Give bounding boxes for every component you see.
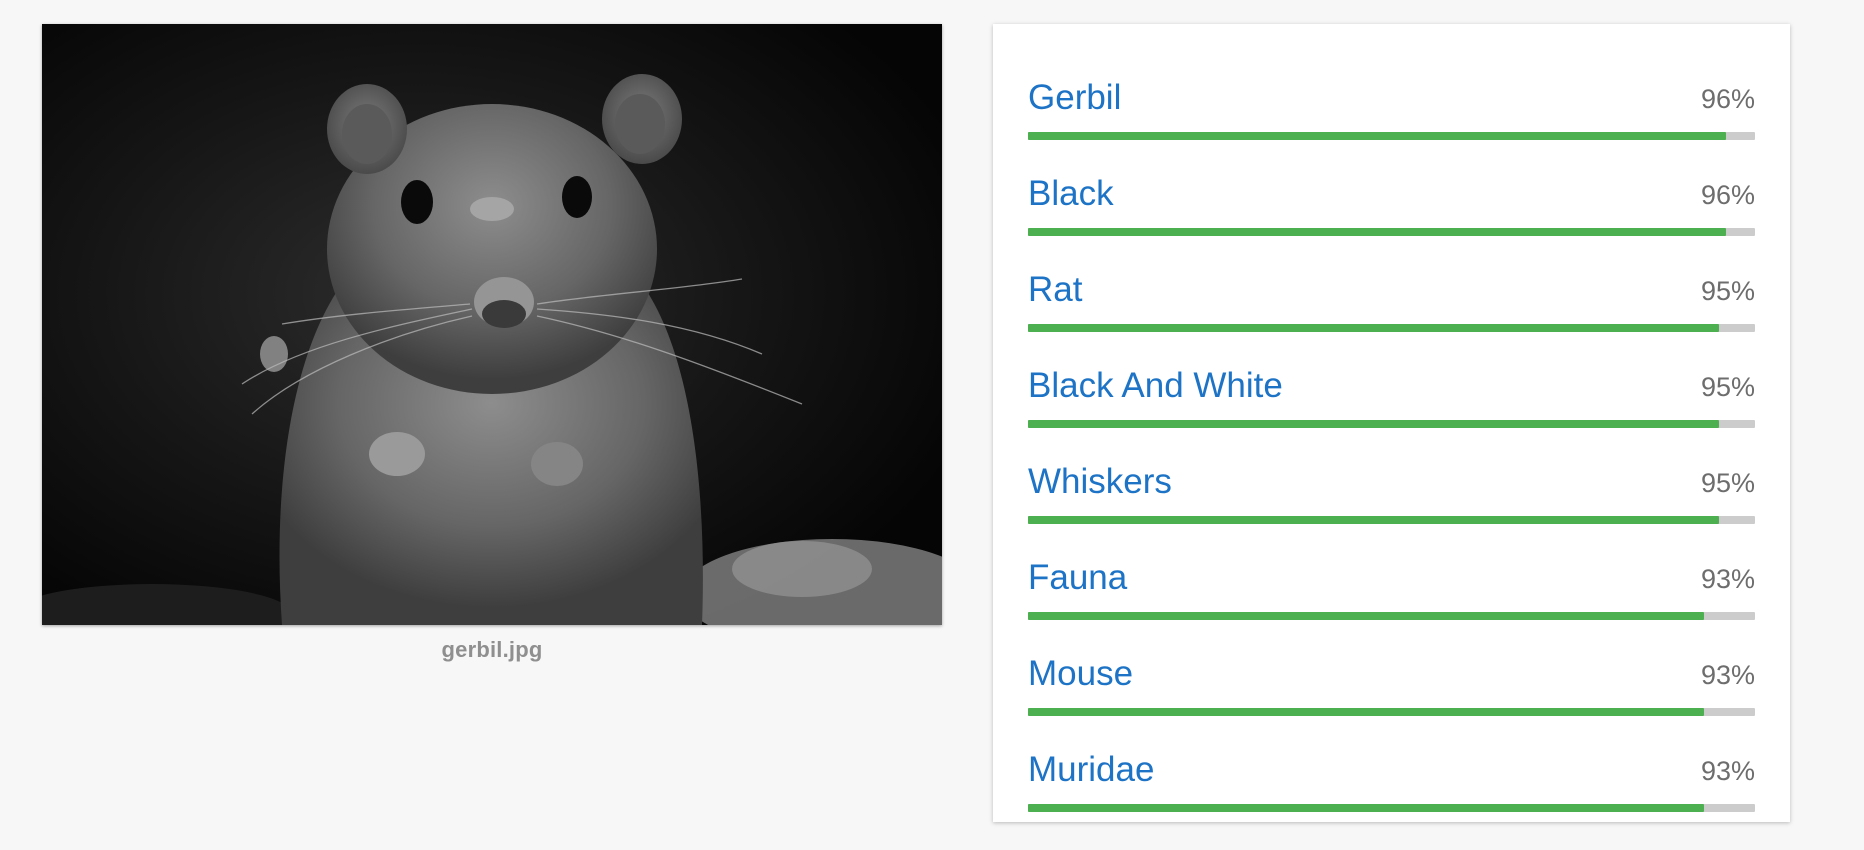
label-score: 93% bbox=[1700, 564, 1755, 594]
label-score: 95% bbox=[1700, 372, 1755, 402]
label-name: Gerbil bbox=[1028, 78, 1122, 117]
label-row: Whiskers 95% bbox=[1028, 408, 1755, 524]
label-score: 96% bbox=[1700, 180, 1755, 210]
gerbil-illustration bbox=[42, 24, 942, 625]
label-row: Fauna 93% bbox=[1028, 504, 1755, 620]
label-score: 96% bbox=[1700, 84, 1755, 114]
label-row: Black 96% bbox=[1028, 120, 1755, 236]
label-score: 95% bbox=[1700, 276, 1755, 306]
label-name: Whiskers bbox=[1028, 462, 1172, 501]
confidence-bar-track bbox=[1028, 804, 1755, 812]
label-row: Black And White 95% bbox=[1028, 312, 1755, 428]
gerbil-photo bbox=[42, 24, 942, 625]
label-name: Black And White bbox=[1028, 366, 1283, 405]
image-panel: gerbil.jpg bbox=[42, 24, 942, 663]
label-name: Fauna bbox=[1028, 558, 1128, 597]
label-list: Gerbil 96% Black 96% Rat 95% Black And White 95… bbox=[1028, 24, 1755, 822]
label-name: Black bbox=[1028, 174, 1114, 213]
label-score: 93% bbox=[1700, 660, 1755, 690]
label-row: Muridae 93% bbox=[1028, 696, 1755, 812]
label-row: Mouse 93% bbox=[1028, 600, 1755, 716]
label-name: Rat bbox=[1028, 270, 1083, 309]
label-name: Mouse bbox=[1028, 654, 1134, 693]
label-score: 93% bbox=[1700, 756, 1755, 786]
confidence-bar-fill bbox=[1028, 804, 1705, 812]
label-name: Muridae bbox=[1028, 750, 1155, 789]
image-filename: gerbil.jpg bbox=[441, 637, 543, 662]
label-row: Rat 95% bbox=[1028, 216, 1755, 332]
labels-card: Gerbil 96% Black 96% Rat 95% Black And White 95… bbox=[993, 24, 1790, 822]
label-row: Gerbil 96% bbox=[1028, 24, 1755, 140]
label-score: 95% bbox=[1700, 468, 1755, 498]
